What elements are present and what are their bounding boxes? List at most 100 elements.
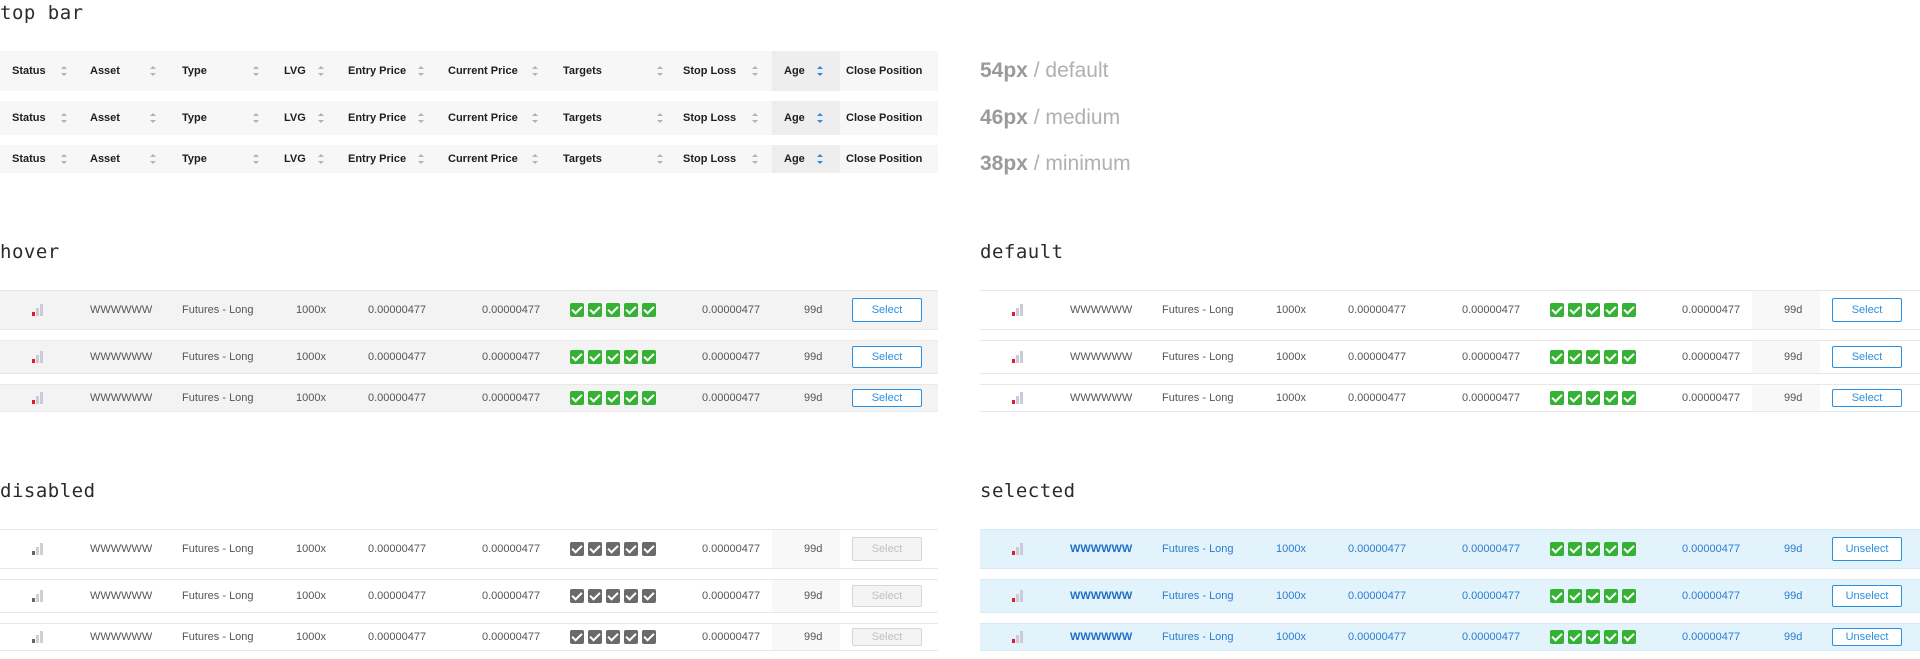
column-header-targets[interactable]: Targets bbox=[563, 51, 602, 91]
checkbox-checked-icon[interactable] bbox=[1604, 303, 1618, 317]
column-header-status[interactable]: Status bbox=[12, 101, 46, 135]
checkbox-checked-icon[interactable] bbox=[642, 303, 656, 317]
sort-icon[interactable] bbox=[532, 113, 538, 123]
column-header-current-price[interactable]: Current Price bbox=[448, 101, 518, 135]
sort-icon[interactable] bbox=[318, 113, 324, 123]
checkbox-checked-icon[interactable] bbox=[1622, 589, 1636, 603]
column-header-age[interactable]: Age bbox=[784, 51, 805, 91]
checkbox-checked-icon[interactable] bbox=[1586, 391, 1600, 405]
sort-icon[interactable] bbox=[150, 66, 156, 76]
column-header-close-position[interactable]: Close Position bbox=[846, 145, 922, 173]
sort-icon[interactable] bbox=[752, 154, 758, 164]
table-row[interactable]: WWWWWW Futures - Long 1000x 0.00000477 0.000… bbox=[980, 290, 1920, 330]
checkbox-checked-icon[interactable] bbox=[1604, 630, 1618, 644]
column-header-asset[interactable]: Asset bbox=[90, 101, 120, 135]
column-header-close-position[interactable]: Close Position bbox=[846, 51, 922, 91]
checkbox-checked-icon[interactable] bbox=[570, 391, 584, 405]
checkbox-checked-icon[interactable] bbox=[1622, 542, 1636, 556]
checkbox-checked-icon[interactable] bbox=[606, 303, 620, 317]
checkbox-checked-icon[interactable] bbox=[606, 391, 620, 405]
sort-icon[interactable] bbox=[418, 113, 424, 123]
select-button[interactable]: Select bbox=[852, 389, 922, 407]
checkbox-checked-icon[interactable] bbox=[1586, 350, 1600, 364]
table-row[interactable]: WWWWWW Futures - Long 1000x 0.00000477 0.000… bbox=[980, 623, 1920, 651]
column-header-entry-price[interactable]: Entry Price bbox=[348, 145, 406, 173]
table-row[interactable]: WWWWWW Futures - Long 1000x 0.00000477 0.000… bbox=[980, 340, 1920, 374]
unselect-button[interactable]: Unselect bbox=[1832, 585, 1902, 607]
sort-icon[interactable] bbox=[817, 154, 823, 164]
checkbox-checked-icon[interactable] bbox=[1604, 542, 1618, 556]
checkbox-checked-icon[interactable] bbox=[1550, 303, 1564, 317]
sort-icon[interactable] bbox=[253, 66, 259, 76]
sort-icon[interactable] bbox=[253, 154, 259, 164]
checkbox-checked-icon[interactable] bbox=[1622, 303, 1636, 317]
checkbox-checked-icon[interactable] bbox=[1550, 350, 1564, 364]
sort-icon[interactable] bbox=[150, 154, 156, 164]
checkbox-checked-icon[interactable] bbox=[1550, 589, 1564, 603]
checkbox-checked-icon[interactable] bbox=[588, 350, 602, 364]
column-header-age[interactable]: Age bbox=[784, 145, 805, 173]
column-header-type[interactable]: Type bbox=[182, 51, 207, 91]
column-header-current-price[interactable]: Current Price bbox=[448, 51, 518, 91]
sort-icon[interactable] bbox=[61, 113, 67, 123]
checkbox-checked-icon[interactable] bbox=[642, 350, 656, 364]
sort-icon[interactable] bbox=[318, 154, 324, 164]
column-header-lvg[interactable]: LVG bbox=[284, 51, 306, 91]
table-row[interactable]: WWWWWW Futures - Long 1000x 0.00000477 0.000… bbox=[0, 384, 938, 412]
sort-icon[interactable] bbox=[418, 66, 424, 76]
column-header-status[interactable]: Status bbox=[12, 51, 46, 91]
column-header-entry-price[interactable]: Entry Price bbox=[348, 101, 406, 135]
checkbox-checked-icon[interactable] bbox=[1568, 630, 1582, 644]
sort-icon[interactable] bbox=[752, 66, 758, 76]
checkbox-checked-icon[interactable] bbox=[1550, 391, 1564, 405]
sort-icon[interactable] bbox=[418, 154, 424, 164]
checkbox-checked-icon[interactable] bbox=[1550, 542, 1564, 556]
checkbox-checked-icon[interactable] bbox=[1568, 350, 1582, 364]
checkbox-checked-icon[interactable] bbox=[1604, 589, 1618, 603]
column-header-age[interactable]: Age bbox=[784, 101, 805, 135]
select-button[interactable]: Select bbox=[1832, 389, 1902, 407]
column-header-close-position[interactable]: Close Position bbox=[846, 101, 922, 135]
unselect-button[interactable]: Unselect bbox=[1832, 537, 1902, 561]
column-header-lvg[interactable]: LVG bbox=[284, 145, 306, 173]
column-header-current-price[interactable]: Current Price bbox=[448, 145, 518, 173]
column-header-type[interactable]: Type bbox=[182, 145, 207, 173]
checkbox-checked-icon[interactable] bbox=[1568, 589, 1582, 603]
sort-icon[interactable] bbox=[657, 113, 663, 123]
column-header-asset[interactable]: Asset bbox=[90, 51, 120, 91]
column-header-targets[interactable]: Targets bbox=[563, 101, 602, 135]
column-header-stop-loss[interactable]: Stop Loss bbox=[683, 145, 736, 173]
checkbox-checked-icon[interactable] bbox=[1622, 350, 1636, 364]
checkbox-checked-icon[interactable] bbox=[1586, 589, 1600, 603]
checkbox-checked-icon[interactable] bbox=[1550, 630, 1564, 644]
select-button[interactable]: Select bbox=[1832, 298, 1902, 322]
checkbox-checked-icon[interactable] bbox=[1622, 630, 1636, 644]
sort-icon[interactable] bbox=[817, 66, 823, 76]
sort-icon[interactable] bbox=[817, 113, 823, 123]
table-row[interactable]: WWWWWW Futures - Long 1000x 0.00000477 0.000… bbox=[0, 340, 938, 374]
sort-icon[interactable] bbox=[61, 66, 67, 76]
select-button[interactable]: Select bbox=[852, 346, 922, 368]
column-header-entry-price[interactable]: Entry Price bbox=[348, 51, 406, 91]
checkbox-checked-icon[interactable] bbox=[1604, 391, 1618, 405]
sort-icon[interactable] bbox=[532, 154, 538, 164]
column-header-type[interactable]: Type bbox=[182, 101, 207, 135]
unselect-button[interactable]: Unselect bbox=[1832, 628, 1902, 646]
checkbox-checked-icon[interactable] bbox=[1586, 542, 1600, 556]
sort-icon[interactable] bbox=[253, 113, 259, 123]
checkbox-checked-icon[interactable] bbox=[624, 350, 638, 364]
column-header-lvg[interactable]: LVG bbox=[284, 101, 306, 135]
checkbox-checked-icon[interactable] bbox=[624, 391, 638, 405]
select-button[interactable]: Select bbox=[852, 298, 922, 322]
column-header-targets[interactable]: Targets bbox=[563, 145, 602, 173]
column-header-stop-loss[interactable]: Stop Loss bbox=[683, 51, 736, 91]
sort-icon[interactable] bbox=[657, 154, 663, 164]
checkbox-checked-icon[interactable] bbox=[624, 303, 638, 317]
checkbox-checked-icon[interactable] bbox=[588, 391, 602, 405]
checkbox-checked-icon[interactable] bbox=[1568, 542, 1582, 556]
checkbox-checked-icon[interactable] bbox=[1568, 303, 1582, 317]
column-header-status[interactable]: Status bbox=[12, 145, 46, 173]
checkbox-checked-icon[interactable] bbox=[1586, 630, 1600, 644]
checkbox-checked-icon[interactable] bbox=[1622, 391, 1636, 405]
sort-icon[interactable] bbox=[657, 66, 663, 76]
